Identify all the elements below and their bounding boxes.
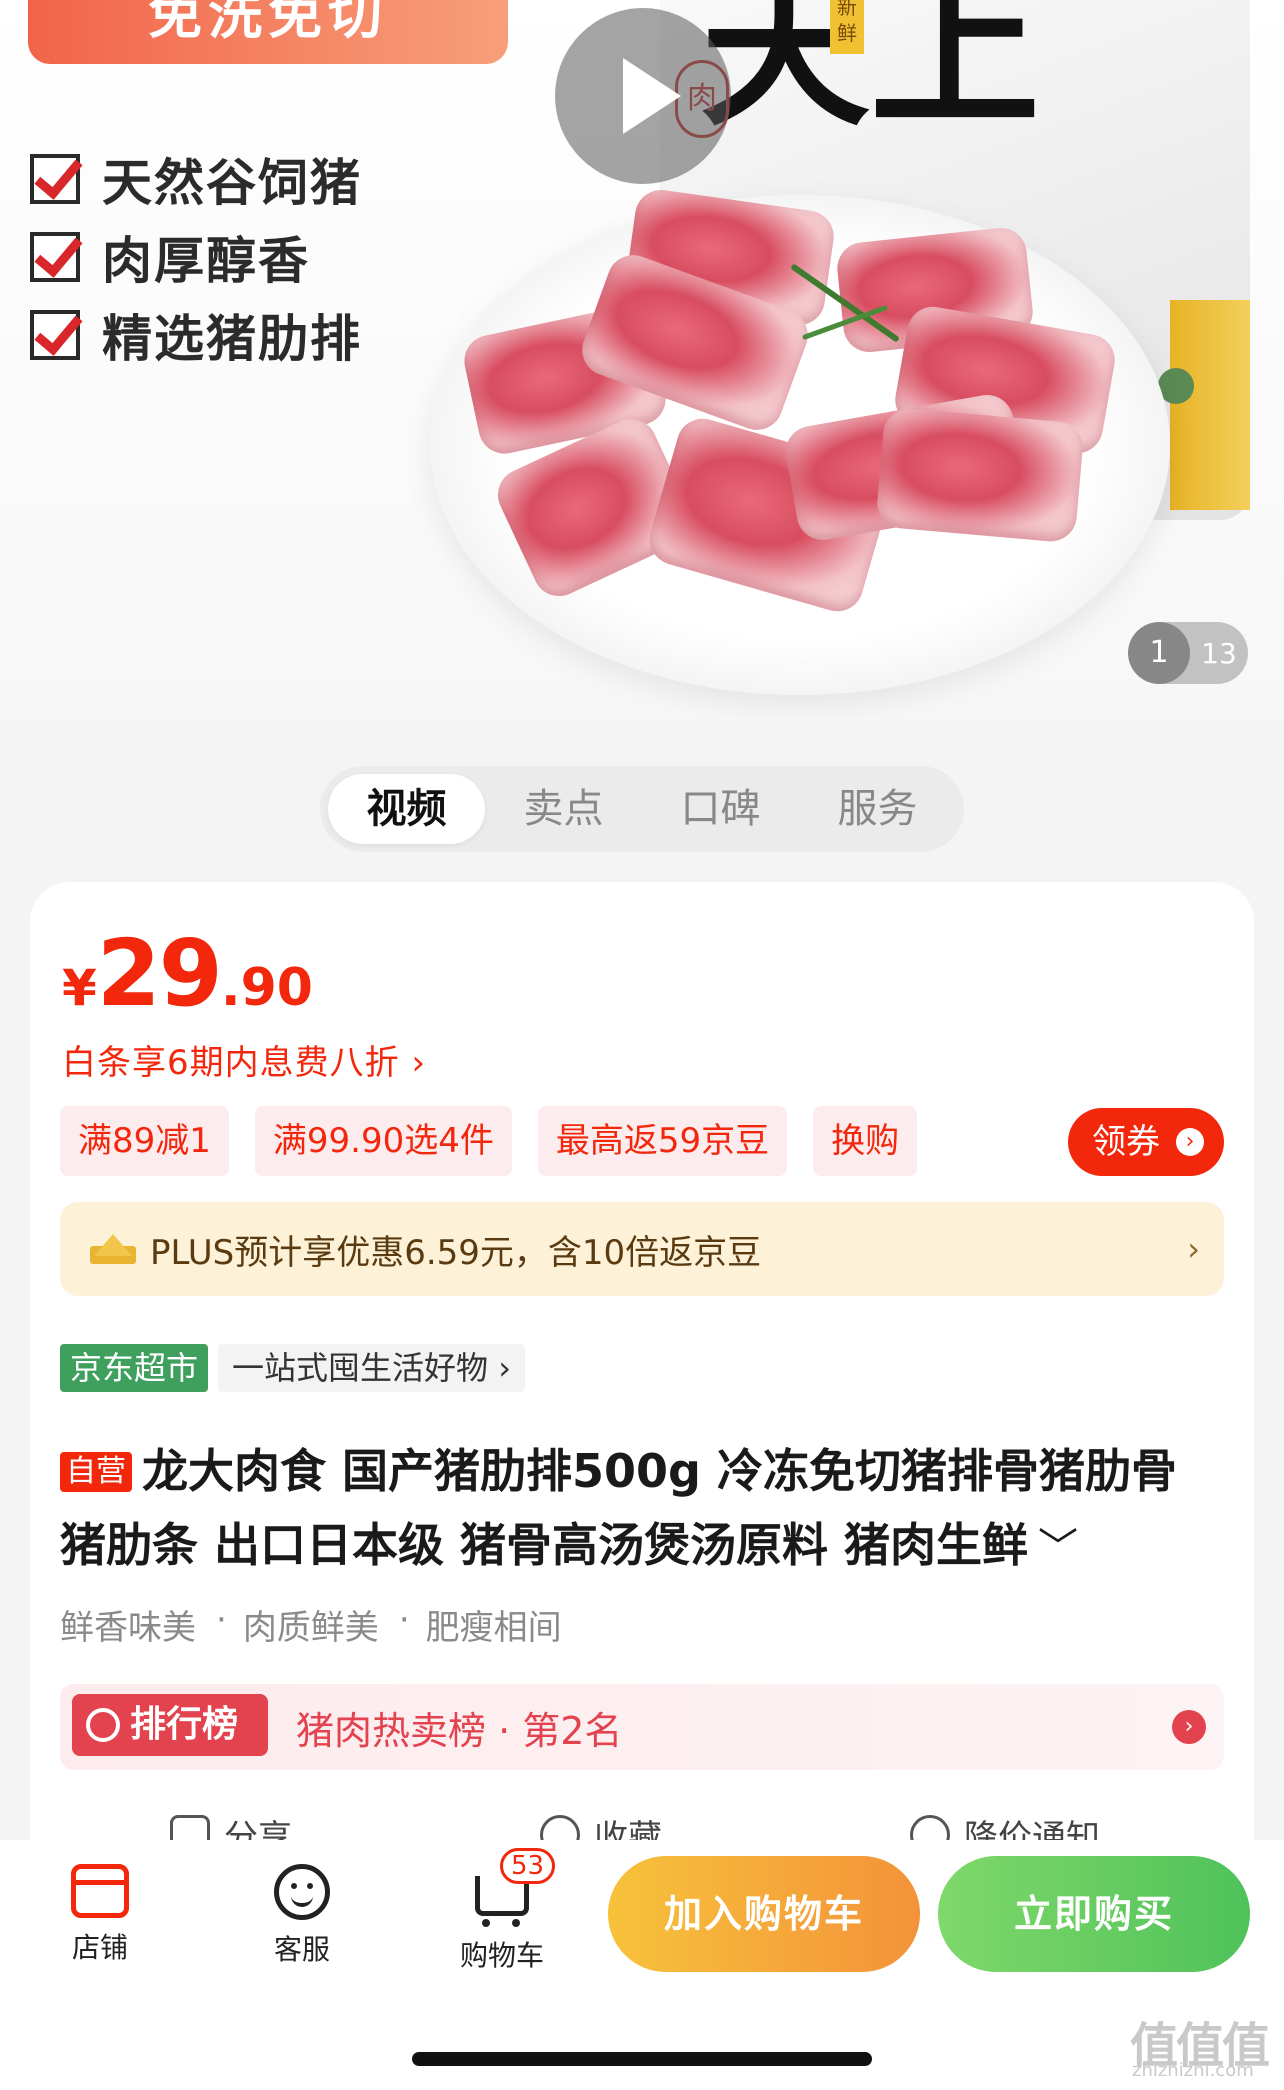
prop-item: 肥瘦相间 [425,1608,562,1648]
separator-dot: · [398,1600,410,1640]
chevron-right-icon: › [1176,1128,1204,1156]
shop-nav[interactable]: 店铺 [40,1864,160,1966]
promo-tag[interactable]: 满89减1 [60,1106,229,1176]
pager-total: 13 [1201,636,1237,670]
self-operated-tag: 自营 [60,1452,132,1492]
store-line[interactable]: 京东超市 一站式囤生活好物 › [60,1344,525,1392]
hero-feature-text: 肉厚醇香 [102,232,310,290]
product-page: 免洗免切 天然谷饲猪 肉厚醇香 精选猪肋排 天上 肉 新鲜 [0,0,1284,2090]
price-integer: 29 [96,920,223,1027]
tab-reviews[interactable]: 口碑 [642,774,799,844]
prop-item: 肉质鲜美 [242,1608,379,1648]
separator-dot: · [216,1600,227,1640]
service-label: 客服 [273,1933,330,1966]
chevron-down-icon: ﹀ [1038,1525,1079,1571]
promo-tag[interactable]: 最高返59京豆 [537,1106,788,1176]
ranking-badge: 排行榜 [72,1694,268,1756]
plus-text: PLUS预计享优惠6.59元，含10倍返京豆 [150,1232,762,1273]
chevron-right-icon: › [1172,1710,1206,1744]
media-tab-bar: 视频 卖点 口碑 服务 [320,766,964,852]
store-slogan: 一站式囤生活好物 › [218,1344,525,1392]
chevron-right-icon: › [1187,1230,1200,1268]
shop-label: 店铺 [71,1931,128,1964]
home-indicator [412,2052,872,2066]
price-symbol: ¥ [62,959,97,1017]
package-brand-text: 天上 [700,0,1041,150]
hero-feature: 肉厚醇香 [30,218,362,296]
prop-item: 鲜香味美 [60,1608,196,1648]
package-fresh-label: 新鲜 [830,0,864,54]
price: ¥ 29 .90 [62,920,313,1027]
promo-tag[interactable]: 满99.90选4件 [254,1106,512,1176]
tab-video[interactable]: 视频 [328,774,485,844]
pager-current: 1 [1128,622,1190,684]
tab-selling-points[interactable]: 卖点 [485,774,642,844]
buy-now-button[interactable]: 立即购买 [938,1856,1250,1972]
checkmark-icon [30,232,80,282]
trophy-icon [86,1708,120,1742]
plus-member-bar[interactable]: PLUS预计享优惠6.59元，含10倍返京豆 › [60,1202,1224,1296]
get-coupon-button[interactable]: 领券 › [1068,1108,1224,1176]
cart-count-badge: 53 [500,1848,556,1884]
price-decimal: .90 [220,958,313,1018]
service-nav[interactable]: 客服 [242,1864,362,1968]
checkmark-icon [30,154,80,204]
tab-service[interactable]: 服务 [799,774,956,844]
checkmark-icon [30,310,80,360]
coupon-label: 领券 [1092,1122,1160,1162]
product-props: 鲜香味美 · 肉质鲜美 · 肥瘦相间 [60,1600,582,1649]
add-to-cart-button[interactable]: 加入购物车 [608,1856,920,1972]
hero-feature-text: 精选猪肋排 [102,310,362,368]
play-video-button[interactable] [555,8,731,184]
product-title-text: 龙大肉食 国产猪肋排500g 冷冻免切猪排骨猪肋骨猪肋条 出口日本级 猪骨高汤煲… [60,1444,1177,1572]
product-title[interactable]: 自营 龙大肉食 国产猪肋排500g 冷冻免切猪排骨猪肋骨猪肋条 出口日本级 猪骨高… [60,1434,1210,1585]
hero-feature: 天然谷饲猪 [30,140,362,218]
store-badge: 京东超市 [60,1344,209,1392]
product-image-carousel[interactable]: 免洗免切 天然谷饲猪 肉厚醇香 精选猪肋排 天上 肉 新鲜 [0,0,1284,720]
package-gold-stripe [1170,300,1250,510]
hero-banner: 免洗免切 [28,0,508,64]
hero-feature-list: 天然谷饲猪 肉厚醇香 精选猪肋排 [30,140,362,374]
image-pager: 1 13 [1128,622,1248,684]
baitiao-installment-link[interactable]: 白条享6期内息费八折 › [62,1035,426,1084]
promo-tags: 满89减1 满99.90选4件 最高返59京豆 换购 [60,1106,943,1176]
ranking-text: 猪肉热卖榜 · 第2名 [296,1709,623,1753]
ranking-bar[interactable]: 排行榜 猪肉热卖榜 · 第2名 › [60,1684,1224,1770]
ranking-badge-label: 排行榜 [130,1704,239,1745]
customer-service-icon [274,1864,330,1920]
hero-feature: 精选猪肋排 [30,296,362,374]
rib-piece [875,406,1085,544]
shop-icon [71,1864,129,1918]
cart-label: 购物车 [459,1939,544,1972]
watermark-url: zhizhizhi.com [1132,2060,1254,2081]
promo-tag[interactable]: 换购 [813,1106,918,1176]
crown-icon [90,1234,136,1264]
hero-feature-text: 天然谷饲猪 [102,154,362,212]
